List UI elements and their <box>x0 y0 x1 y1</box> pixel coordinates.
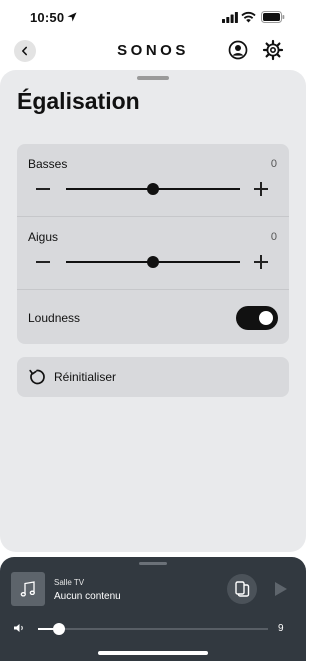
track-name: Aucun contenu <box>54 591 121 602</box>
status-bar: 10:50 <box>0 0 306 34</box>
equalization-sheet: Égalisation Basses 0 Aigus 0 Loudness Ré… <box>0 70 306 552</box>
treble-minus-icon[interactable] <box>36 261 50 263</box>
equalizer-card: Basses 0 Aigus 0 Loudness <box>17 144 289 344</box>
brand-logo: SONOS <box>117 42 189 59</box>
location-arrow-icon <box>67 12 77 22</box>
divider <box>17 289 289 290</box>
account-icon[interactable] <box>228 40 248 60</box>
music-note-icon <box>20 581 35 597</box>
cellular-signal-icon <box>222 12 238 23</box>
top-nav: SONOS <box>0 34 306 68</box>
bass-slider-thumb[interactable] <box>147 183 159 195</box>
volume-slider[interactable] <box>38 623 268 635</box>
status-time: 10:50 <box>30 10 65 25</box>
treble-row: Aigus 0 <box>17 217 289 289</box>
play-icon[interactable] <box>268 577 292 601</box>
wifi-icon <box>241 11 256 23</box>
reset-label: Réinitialiser <box>54 370 117 384</box>
bass-slider[interactable] <box>66 183 240 195</box>
reset-button[interactable]: Réinitialiser <box>17 357 289 397</box>
gear-icon[interactable] <box>262 39 284 61</box>
bass-label: Basses <box>28 157 68 171</box>
player-grabber[interactable] <box>139 562 167 565</box>
volume-icon[interactable] <box>13 623 25 633</box>
treble-plus-icon[interactable] <box>254 255 268 269</box>
treble-slider[interactable] <box>66 256 240 268</box>
treble-label: Aigus <box>28 230 59 244</box>
bass-minus-icon[interactable] <box>36 188 50 190</box>
bass-value: 0 <box>270 158 277 170</box>
now-playing-bar[interactable]: Salle TV Aucun contenu 9 <box>0 557 306 661</box>
speaker-group-icon <box>235 581 250 597</box>
sheet-grabber[interactable] <box>137 76 169 80</box>
loudness-toggle[interactable] <box>236 306 278 330</box>
volume-value: 9 <box>278 623 284 634</box>
room-name: Salle TV <box>54 578 85 587</box>
battery-icon <box>261 11 285 23</box>
album-art[interactable] <box>11 572 45 606</box>
group-button[interactable] <box>227 574 257 604</box>
bass-plus-icon[interactable] <box>254 182 268 196</box>
page-title: Égalisation <box>17 88 140 114</box>
loudness-label: Loudness <box>28 311 81 325</box>
volume-thumb[interactable] <box>52 623 65 635</box>
toggle-knob <box>259 311 273 325</box>
home-indicator <box>98 651 208 655</box>
reset-icon <box>29 369 45 385</box>
treble-slider-thumb[interactable] <box>147 256 159 268</box>
bass-row: Basses 0 <box>17 144 289 216</box>
treble-value: 0 <box>270 231 277 243</box>
